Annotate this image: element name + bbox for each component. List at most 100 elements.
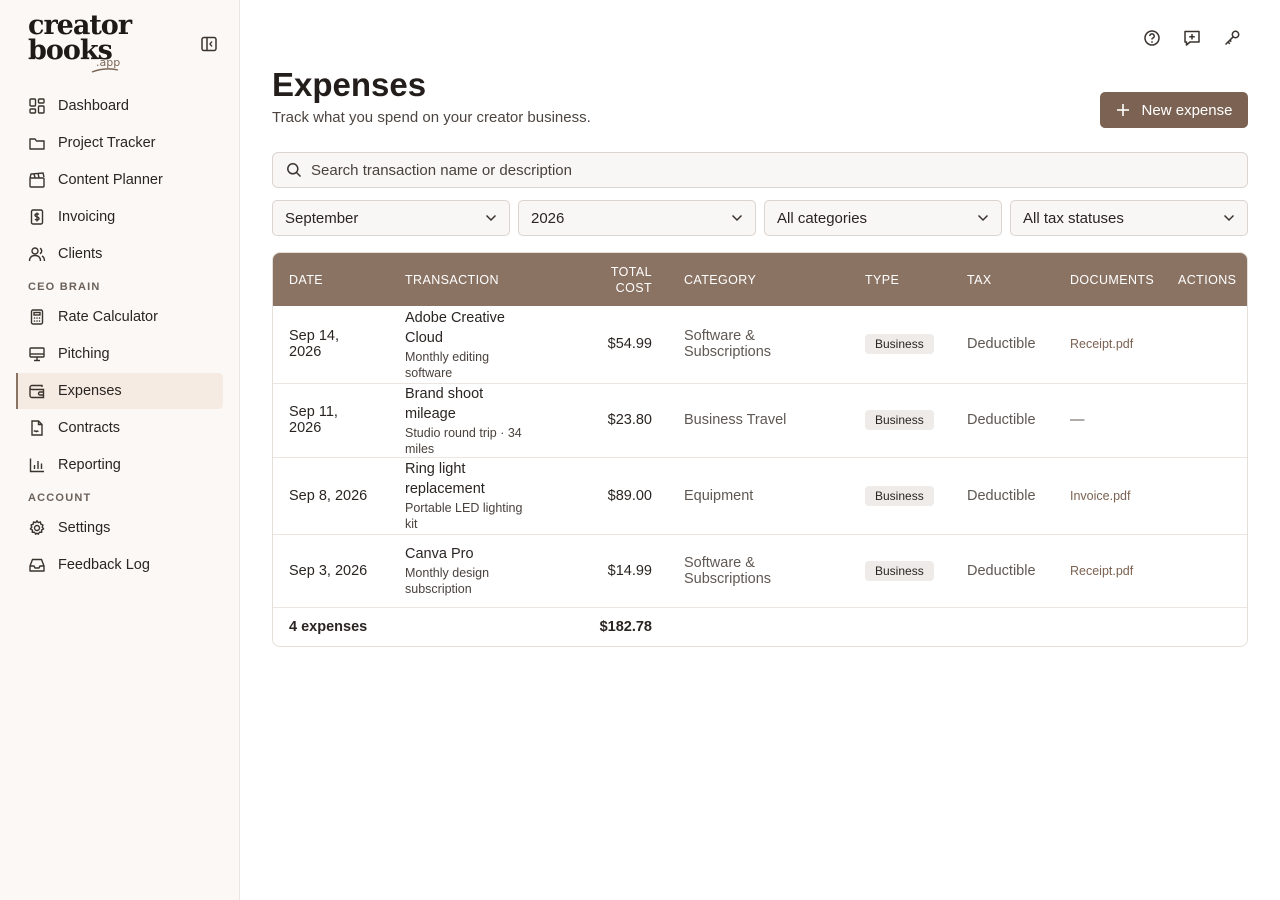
sidebar-item-label: Settings <box>58 520 111 536</box>
sidebar-item-project-tracker[interactable]: Project Tracker <box>16 125 223 161</box>
sidebar-collapse-icon[interactable] <box>200 36 218 52</box>
category-select[interactable]: All categories <box>764 200 1002 236</box>
sidebar-item-label: Contracts <box>58 420 121 436</box>
row-category: Software & Subscriptions <box>684 554 772 587</box>
row-tax: Deductible <box>967 562 1036 579</box>
row-date: Sep 8, 2026 <box>289 487 368 504</box>
row-actions <box>1162 457 1247 534</box>
row-actions <box>1162 534 1247 607</box>
transaction-description: Studio round trip · 34 miles <box>405 425 522 456</box>
chevron-down-icon <box>485 214 497 222</box>
folder-icon <box>29 138 45 150</box>
presentation-icon <box>29 347 45 362</box>
document-empty: — <box>1070 412 1085 428</box>
transaction-description: Monthly design subscription <box>405 566 490 596</box>
sidebar-item-label: Project Tracker <box>58 135 156 151</box>
sidebar-item-label: Feedback Log <box>58 557 150 573</box>
category-select-value: All categories <box>777 209 868 227</box>
sidebar-item-label: Expenses <box>58 383 122 399</box>
row-type: Business <box>849 534 951 607</box>
header-total-cost-line2: COST <box>615 280 652 295</box>
inbox-icon <box>29 558 45 572</box>
nav-section-ceo-brain: CEO BRAIN <box>28 281 101 293</box>
row-total-cost: $89.00 <box>607 487 652 504</box>
users-icon <box>28 247 46 262</box>
signature-document-icon <box>31 420 43 436</box>
sidebar-item-reporting[interactable]: Reporting <box>16 447 223 483</box>
table-row[interactable]: Sep 11, 2026 Brand shoot mileage Studio … <box>273 383 1247 457</box>
month-select[interactable]: September <box>272 200 510 236</box>
sidebar-item-rate-calculator[interactable]: Rate Calculator <box>16 299 223 335</box>
sidebar-item-feedback-log[interactable]: Feedback Log <box>16 547 223 583</box>
logo-swoosh-icon <box>91 68 119 73</box>
row-transaction: Brand shoot mileage Studio round trip · … <box>389 383 549 457</box>
row-tax: Deductible <box>967 487 1036 504</box>
header-documents: DOCUMENTS <box>1070 272 1155 287</box>
plus-icon <box>1116 104 1129 116</box>
row-category: Equipment <box>684 487 754 504</box>
table-row[interactable]: Sep 14, 2026 Adobe Creative Cloud Monthl… <box>273 306 1247 383</box>
header-type[interactable]: TYPE <box>849 253 951 306</box>
row-date: Sep 14, 2026 <box>289 328 339 361</box>
sidebar-item-expenses[interactable]: Expenses <box>16 373 223 409</box>
chevron-down-icon <box>1223 214 1235 222</box>
chevron-down-icon <box>731 214 743 222</box>
header-date[interactable]: DATE <box>273 253 389 306</box>
header-category[interactable]: CATEGORY <box>668 253 849 306</box>
dollar-document-icon <box>30 209 44 225</box>
row-total-cost: $14.99 <box>607 562 652 579</box>
tax-status-select[interactable]: All tax statuses <box>1010 200 1248 236</box>
sidebar-item-invoicing[interactable]: Invoicing <box>16 199 223 235</box>
new-expense-button[interactable]: New expense <box>1100 92 1248 128</box>
row-category: Software & Subscriptions <box>684 328 772 361</box>
transaction-description: Monthly editing software <box>405 349 490 380</box>
sidebar-item-label: Content Planner <box>58 172 163 188</box>
row-actions <box>1162 383 1247 457</box>
transaction-name: Canva Pro <box>405 546 474 562</box>
header-tax[interactable]: TAX <box>951 253 1054 306</box>
expenses-table: DATE TRANSACTION TOTAL COST CATEGORY TYPE… <box>272 252 1248 647</box>
document-link[interactable]: Invoice.pdf <box>1070 489 1130 503</box>
table-row[interactable]: Sep 8, 2026 Ring light replacement Porta… <box>273 457 1247 534</box>
header-transaction[interactable]: TRANSACTION <box>389 253 549 306</box>
row-documents: Receipt.pdf <box>1054 534 1162 607</box>
sidebar-item-settings[interactable]: Settings <box>16 510 223 546</box>
row-type: Business <box>849 457 951 534</box>
type-badge: Business <box>865 485 934 506</box>
sidebar-item-contracts[interactable]: Contracts <box>16 410 223 446</box>
year-select[interactable]: 2026 <box>518 200 756 236</box>
header-total-cost[interactable]: TOTAL COST <box>549 253 668 306</box>
sidebar-item-clients[interactable]: Clients <box>16 236 223 272</box>
sidebar-item-dashboard[interactable]: Dashboard <box>16 88 223 124</box>
type-badge: Business <box>865 410 934 430</box>
sidebar-item-label: Invoicing <box>58 209 116 225</box>
sidebar-item-label: Pitching <box>58 346 110 362</box>
sidebar-item-label: Rate Calculator <box>58 309 158 325</box>
search-icon <box>287 163 302 178</box>
table-row[interactable]: Sep 3, 2026 Canva Pro Monthly design sub… <box>273 534 1247 607</box>
header-total-cost-line1: TOTAL <box>610 264 652 279</box>
sidebar-item-content-planner[interactable]: Content Planner <box>16 162 223 198</box>
sidebar-item-label: Reporting <box>58 457 121 473</box>
logo[interactable]: creator books .app <box>28 12 132 73</box>
message-plus-icon[interactable] <box>1182 28 1202 48</box>
row-tax: Deductible <box>967 336 1036 353</box>
row-type: Business <box>849 306 951 383</box>
transaction-description: Portable LED lighting kit <box>405 501 523 531</box>
help-circle-icon[interactable] <box>1142 28 1162 48</box>
new-expense-label: New expense <box>1141 101 1233 119</box>
calculator-icon <box>30 309 44 325</box>
key-icon[interactable] <box>1222 28 1242 48</box>
row-transaction: Adobe Creative Cloud Monthly editing sof… <box>389 306 549 383</box>
sidebar-item-pitching[interactable]: Pitching <box>16 336 223 372</box>
sidebar: creator books .app Dashboard Project Tra… <box>0 0 240 900</box>
footer-spacer <box>668 607 1247 646</box>
document-link[interactable]: Receipt.pdf <box>1070 337 1133 351</box>
row-category: Business Travel <box>684 412 787 428</box>
type-badge: Business <box>865 334 934 355</box>
row-tax: Deductible <box>967 412 1036 428</box>
document-link[interactable]: Receipt.pdf <box>1070 564 1133 578</box>
dashboard-icon <box>29 98 45 114</box>
filter-bar: September 2026 All categories All tax st… <box>272 200 1248 236</box>
search-input[interactable] <box>311 161 1247 179</box>
